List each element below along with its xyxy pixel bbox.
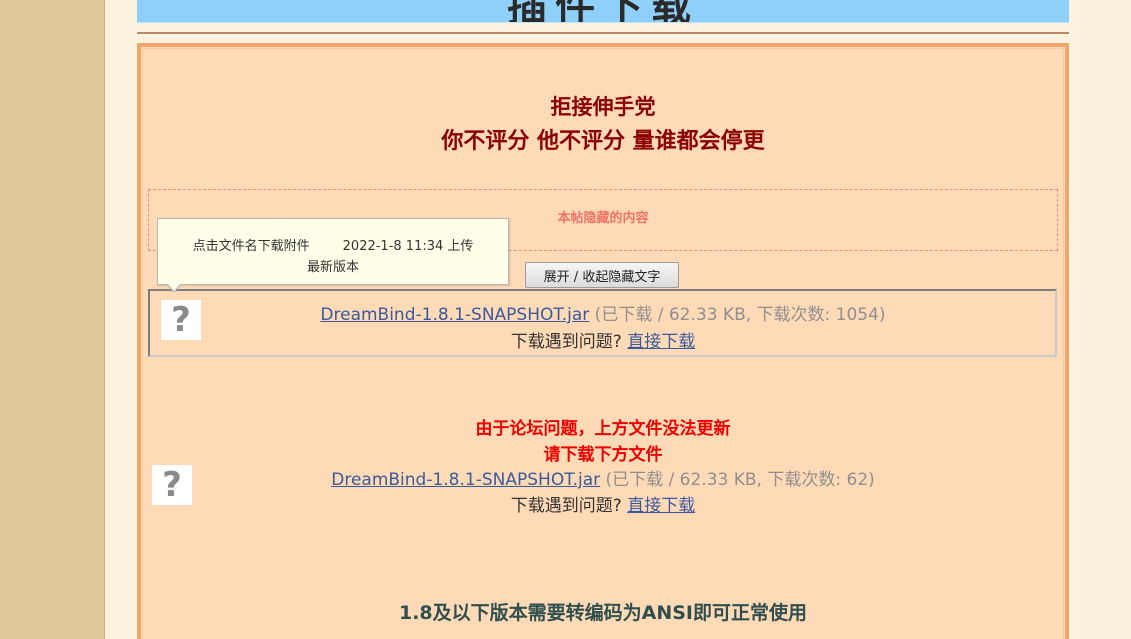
attachment-filename-link[interactable]: DreamBind-1.8.1-SNAPSHOT.jar xyxy=(331,470,600,490)
header-title: 插件下载 xyxy=(507,0,699,23)
download-help-text: 下载遇到问题? xyxy=(510,496,628,516)
toggle-hidden-text-button[interactable]: 展开 / 收起隐藏文字 xyxy=(525,262,679,288)
download-help-line-2: 下载遇到问题? 直接下载 xyxy=(137,491,1069,516)
notice-line1: 由于论坛问题，上方文件没法更新 xyxy=(475,419,731,439)
attachment-meta: (已下载 / 62.33 KB, 下载次数: 62) xyxy=(600,470,875,490)
attachment-line-1: DreamBind-1.8.1-SNAPSHOT.jar (已下载 / 62.3… xyxy=(137,300,1069,325)
attachment-filename-link[interactable]: DreamBind-1.8.1-SNAPSHOT.jar xyxy=(320,305,589,325)
direct-download-link[interactable]: 直接下载 xyxy=(627,332,695,352)
download-help-line-1: 下载遇到问题? 直接下载 xyxy=(137,327,1069,352)
right-margin xyxy=(1075,0,1131,639)
download-help-text: 下载遇到问题? xyxy=(510,332,628,352)
attachment-tooltip: 点击文件名下载附件 2022-1-8 11:34 上传 最新版本 xyxy=(157,218,509,293)
tooltip-line1: 点击文件名下载附件 2022-1-8 11:34 上传 xyxy=(192,239,474,254)
notice-line2: 请下载下方文件 xyxy=(543,445,663,465)
tooltip-line2: 最新版本 xyxy=(306,260,359,275)
attachment-line-2: DreamBind-1.8.1-SNAPSHOT.jar (已下载 / 62.3… xyxy=(137,465,1069,490)
header-divider xyxy=(137,32,1069,34)
post-title-line1: 拒接伸手党 xyxy=(550,95,656,119)
attachment-meta: (已下载 / 62.33 KB, 下载次数: 1054) xyxy=(589,305,886,325)
bottom-note: 1.8及以下版本需要转编码为ANSI即可正常使用 xyxy=(398,602,808,624)
direct-download-link[interactable]: 直接下载 xyxy=(627,496,695,516)
left-sidebar xyxy=(0,0,105,639)
tooltip-arrow xyxy=(166,283,182,293)
post-title-line2: 你不评分 他不评分 量谁都会停更 xyxy=(441,129,765,154)
header-banner: 插件下载 xyxy=(137,0,1069,23)
